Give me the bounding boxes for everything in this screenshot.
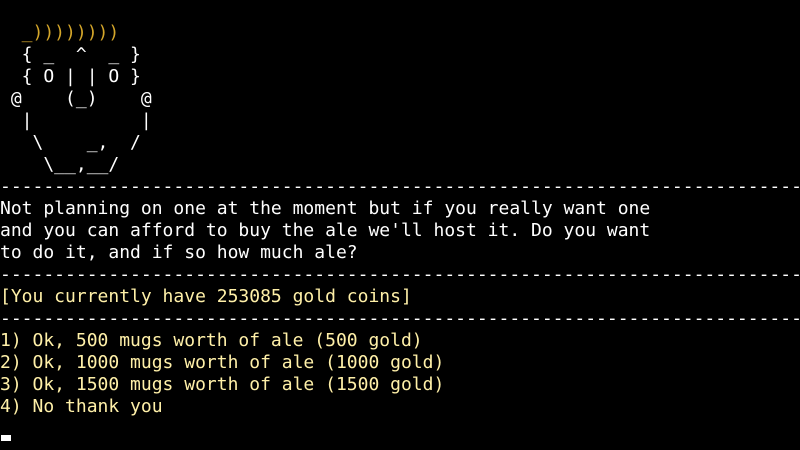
text-cursor bbox=[1, 435, 11, 441]
portrait-line: { _ ^ _ } bbox=[0, 44, 141, 65]
terminal-screen: _)))))))) { _ ^ _ } { O | | O } @ (_) @ … bbox=[0, 0, 800, 450]
dialog-line: to do it, and if so how much ale? bbox=[0, 242, 358, 263]
choice-option-3[interactable]: 3) Ok, 1500 mugs worth of ale (1500 gold… bbox=[0, 374, 800, 396]
portrait-line: \ _, / bbox=[0, 132, 141, 153]
portrait-line: | | bbox=[0, 110, 152, 131]
divider-middle: ----------------------------------------… bbox=[0, 264, 800, 285]
choice-option-2[interactable]: 2) Ok, 1000 mugs worth of ale (1000 gold… bbox=[0, 352, 800, 374]
innkeeper-portrait: _)))))))) { _ ^ _ } { O | | O } @ (_) @ … bbox=[0, 22, 152, 176]
portrait-hair: _)))))))) bbox=[0, 22, 120, 43]
divider-bottom: ----------------------------------------… bbox=[0, 308, 800, 329]
portrait-line: { O | | O } bbox=[0, 66, 141, 87]
dialog-line: Not planning on one at the moment but if… bbox=[0, 198, 651, 219]
portrait-line: \__,__/ bbox=[0, 154, 120, 175]
portrait-line: @ (_) @ bbox=[0, 88, 152, 109]
choice-option-1[interactable]: 1) Ok, 500 mugs worth of ale (500 gold) bbox=[0, 330, 800, 352]
choice-option-4[interactable]: 4) No thank you bbox=[0, 396, 800, 418]
divider-top: ----------------------------------------… bbox=[0, 176, 800, 197]
dialog-line: and you can afford to buy the ale we'll … bbox=[0, 220, 651, 241]
gold-status: [You currently have 253085 gold coins] bbox=[0, 286, 412, 307]
